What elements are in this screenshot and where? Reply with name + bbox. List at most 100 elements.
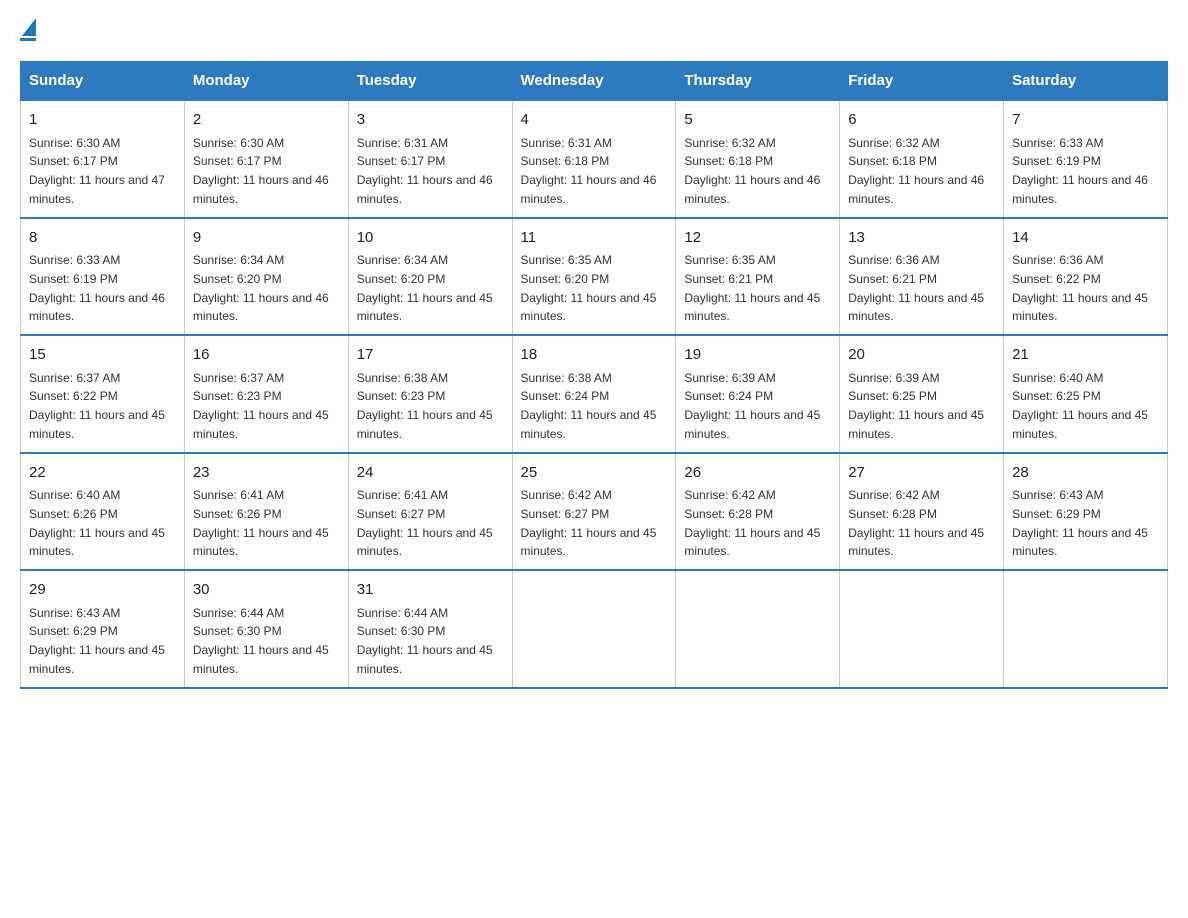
- day-number: 17: [357, 344, 504, 367]
- day-info: Sunrise: 6:35 AMSunset: 6:20 PMDaylight:…: [521, 253, 657, 323]
- day-number: 31: [357, 579, 504, 602]
- day-number: 13: [848, 227, 995, 250]
- day-info: Sunrise: 6:42 AMSunset: 6:28 PMDaylight:…: [684, 488, 820, 558]
- calendar-cell: [512, 570, 676, 688]
- week-row-1: 1 Sunrise: 6:30 AMSunset: 6:17 PMDaylight…: [21, 100, 1168, 218]
- calendar-cell: [840, 570, 1004, 688]
- day-info: Sunrise: 6:41 AMSunset: 6:27 PMDaylight:…: [357, 488, 493, 558]
- day-number: 23: [193, 462, 340, 485]
- day-number: 22: [29, 462, 176, 485]
- day-number: 12: [684, 227, 831, 250]
- logo-text: [20, 20, 36, 38]
- day-number: 16: [193, 344, 340, 367]
- day-number: 25: [521, 462, 668, 485]
- day-info: Sunrise: 6:41 AMSunset: 6:26 PMDaylight:…: [193, 488, 329, 558]
- calendar-cell: 7 Sunrise: 6:33 AMSunset: 6:19 PMDaylight…: [1004, 100, 1168, 218]
- day-info: Sunrise: 6:30 AMSunset: 6:17 PMDaylight:…: [29, 136, 165, 206]
- day-number: 18: [521, 344, 668, 367]
- calendar-cell: 14Sunrise: 6:36 AMSunset: 6:22 PMDayligh…: [1004, 218, 1168, 336]
- day-number: 2: [193, 109, 340, 132]
- day-info: Sunrise: 6:32 AMSunset: 6:18 PMDaylight:…: [684, 136, 820, 206]
- day-info: Sunrise: 6:42 AMSunset: 6:28 PMDaylight:…: [848, 488, 984, 558]
- day-info: Sunrise: 6:31 AMSunset: 6:18 PMDaylight:…: [521, 136, 657, 206]
- calendar-cell: 27 Sunrise: 6:42 AMSunset: 6:28 PMDayligh…: [840, 453, 1004, 571]
- calendar-cell: 5 Sunrise: 6:32 AMSunset: 6:18 PMDaylight…: [676, 100, 840, 218]
- day-number: 7: [1012, 109, 1159, 132]
- calendar-cell: 4 Sunrise: 6:31 AMSunset: 6:18 PMDaylight…: [512, 100, 676, 218]
- day-number: 6: [848, 109, 995, 132]
- day-info: Sunrise: 6:38 AMSunset: 6:24 PMDaylight:…: [521, 371, 657, 441]
- day-info: Sunrise: 6:33 AMSunset: 6:19 PMDaylight:…: [1012, 136, 1148, 206]
- day-number: 1: [29, 109, 176, 132]
- day-number: 24: [357, 462, 504, 485]
- day-info: Sunrise: 6:32 AMSunset: 6:18 PMDaylight:…: [848, 136, 984, 206]
- day-number: 3: [357, 109, 504, 132]
- week-row-2: 8Sunrise: 6:33 AMSunset: 6:19 PMDaylight…: [21, 218, 1168, 336]
- calendar-cell: 17 Sunrise: 6:38 AMSunset: 6:23 PMDayligh…: [348, 335, 512, 453]
- calendar-cell: [1004, 570, 1168, 688]
- day-info: Sunrise: 6:36 AMSunset: 6:22 PMDaylight:…: [1012, 253, 1148, 323]
- day-info: Sunrise: 6:39 AMSunset: 6:24 PMDaylight:…: [684, 371, 820, 441]
- header-friday: Friday: [840, 62, 1004, 101]
- header-row: SundayMondayTuesdayWednesdayThursdayFrid…: [21, 62, 1168, 101]
- day-number: 11: [521, 227, 668, 250]
- calendar-cell: 31Sunrise: 6:44 AMSunset: 6:30 PMDayligh…: [348, 570, 512, 688]
- day-number: 10: [357, 227, 504, 250]
- calendar-table: SundayMondayTuesdayWednesdayThursdayFrid…: [20, 61, 1168, 689]
- calendar-cell: 2 Sunrise: 6:30 AMSunset: 6:17 PMDaylight…: [184, 100, 348, 218]
- day-number: 21: [1012, 344, 1159, 367]
- day-info: Sunrise: 6:38 AMSunset: 6:23 PMDaylight:…: [357, 371, 493, 441]
- calendar-cell: 23 Sunrise: 6:41 AMSunset: 6:26 PMDayligh…: [184, 453, 348, 571]
- day-info: Sunrise: 6:37 AMSunset: 6:23 PMDaylight:…: [193, 371, 329, 441]
- day-info: Sunrise: 6:35 AMSunset: 6:21 PMDaylight:…: [684, 253, 820, 323]
- header-monday: Monday: [184, 62, 348, 101]
- week-row-5: 29Sunrise: 6:43 AMSunset: 6:29 PMDayligh…: [21, 570, 1168, 688]
- header-saturday: Saturday: [1004, 62, 1168, 101]
- day-info: Sunrise: 6:43 AMSunset: 6:29 PMDaylight:…: [29, 606, 165, 676]
- calendar-cell: 22 Sunrise: 6:40 AMSunset: 6:26 PMDayligh…: [21, 453, 185, 571]
- logo-underline: [20, 38, 36, 41]
- day-info: Sunrise: 6:40 AMSunset: 6:26 PMDaylight:…: [29, 488, 165, 558]
- calendar-cell: 18 Sunrise: 6:38 AMSunset: 6:24 PMDayligh…: [512, 335, 676, 453]
- calendar-cell: 12 Sunrise: 6:35 AMSunset: 6:21 PMDayligh…: [676, 218, 840, 336]
- week-row-3: 15Sunrise: 6:37 AMSunset: 6:22 PMDayligh…: [21, 335, 1168, 453]
- day-info: Sunrise: 6:33 AMSunset: 6:19 PMDaylight:…: [29, 253, 165, 323]
- calendar-cell: 26Sunrise: 6:42 AMSunset: 6:28 PMDayligh…: [676, 453, 840, 571]
- calendar-cell: 11 Sunrise: 6:35 AMSunset: 6:20 PMDayligh…: [512, 218, 676, 336]
- calendar-cell: 16 Sunrise: 6:37 AMSunset: 6:23 PMDayligh…: [184, 335, 348, 453]
- day-number: 20: [848, 344, 995, 367]
- day-info: Sunrise: 6:42 AMSunset: 6:27 PMDaylight:…: [521, 488, 657, 558]
- header-sunday: Sunday: [21, 62, 185, 101]
- calendar-cell: 15Sunrise: 6:37 AMSunset: 6:22 PMDayligh…: [21, 335, 185, 453]
- calendar-cell: 1 Sunrise: 6:30 AMSunset: 6:17 PMDaylight…: [21, 100, 185, 218]
- calendar-cell: 30 Sunrise: 6:44 AMSunset: 6:30 PMDayligh…: [184, 570, 348, 688]
- calendar-cell: 20Sunrise: 6:39 AMSunset: 6:25 PMDayligh…: [840, 335, 1004, 453]
- day-info: Sunrise: 6:43 AMSunset: 6:29 PMDaylight:…: [1012, 488, 1148, 558]
- page-header: [20, 20, 1168, 41]
- day-info: Sunrise: 6:36 AMSunset: 6:21 PMDaylight:…: [848, 253, 984, 323]
- day-info: Sunrise: 6:34 AMSunset: 6:20 PMDaylight:…: [193, 253, 329, 323]
- calendar-cell: 21Sunrise: 6:40 AMSunset: 6:25 PMDayligh…: [1004, 335, 1168, 453]
- day-number: 4: [521, 109, 668, 132]
- calendar-cell: 8Sunrise: 6:33 AMSunset: 6:19 PMDaylight…: [21, 218, 185, 336]
- calendar-header: SundayMondayTuesdayWednesdayThursdayFrid…: [21, 62, 1168, 101]
- calendar-cell: 6 Sunrise: 6:32 AMSunset: 6:18 PMDaylight…: [840, 100, 1004, 218]
- day-number: 30: [193, 579, 340, 602]
- day-number: 19: [684, 344, 831, 367]
- day-number: 5: [684, 109, 831, 132]
- calendar-cell: [676, 570, 840, 688]
- day-number: 28: [1012, 462, 1159, 485]
- header-tuesday: Tuesday: [348, 62, 512, 101]
- calendar-cell: 28 Sunrise: 6:43 AMSunset: 6:29 PMDayligh…: [1004, 453, 1168, 571]
- header-thursday: Thursday: [676, 62, 840, 101]
- calendar-cell: 19 Sunrise: 6:39 AMSunset: 6:24 PMDayligh…: [676, 335, 840, 453]
- calendar-body: 1 Sunrise: 6:30 AMSunset: 6:17 PMDaylight…: [21, 100, 1168, 688]
- day-info: Sunrise: 6:44 AMSunset: 6:30 PMDaylight:…: [193, 606, 329, 676]
- day-number: 9: [193, 227, 340, 250]
- week-row-4: 22 Sunrise: 6:40 AMSunset: 6:26 PMDayligh…: [21, 453, 1168, 571]
- header-wednesday: Wednesday: [512, 62, 676, 101]
- day-number: 27: [848, 462, 995, 485]
- logo: [20, 20, 36, 41]
- day-info: Sunrise: 6:30 AMSunset: 6:17 PMDaylight:…: [193, 136, 329, 206]
- calendar-cell: 29Sunrise: 6:43 AMSunset: 6:29 PMDayligh…: [21, 570, 185, 688]
